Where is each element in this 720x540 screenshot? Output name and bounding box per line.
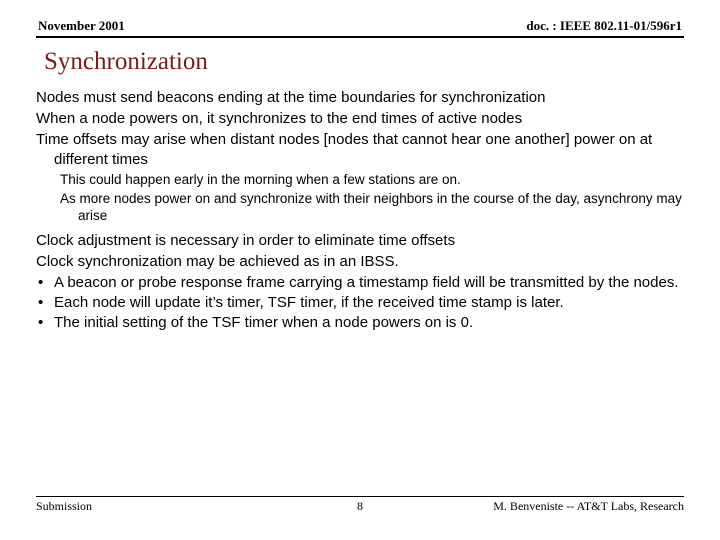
footer-rule: [36, 496, 684, 497]
slide-title: Synchronization: [44, 48, 684, 76]
sub-paragraph: As more nodes power on and synchronize w…: [36, 190, 684, 225]
list-item-text: The initial setting of the TSF timer whe…: [54, 313, 684, 332]
paragraph: Clock adjustment is necessary in order t…: [36, 231, 684, 250]
footer: 8 Submission M. Benveniste -- AT&T Labs,…: [36, 496, 684, 514]
bullet-icon: •: [36, 273, 54, 292]
list-item: • Each node will update it’s timer, TSF …: [36, 293, 684, 312]
sub-paragraph: This could happen early in the morning w…: [36, 171, 684, 188]
slide-body: Nodes must send beacons ending at the ti…: [36, 88, 684, 332]
list-item-text: A beacon or probe response frame carryin…: [54, 273, 684, 292]
bullet-icon: •: [36, 293, 54, 312]
bullet-list: • A beacon or probe response frame carry…: [36, 273, 684, 333]
header: November 2001 doc. : IEEE 802.11-01/596r…: [36, 18, 684, 34]
paragraph: Time offsets may arise when distant node…: [36, 130, 684, 168]
paragraph: Clock synchronization may be achieved as…: [36, 252, 684, 271]
slide: November 2001 doc. : IEEE 802.11-01/596r…: [0, 0, 720, 540]
header-doc-id: doc. : IEEE 802.11-01/596r1: [526, 18, 682, 34]
header-date: November 2001: [38, 18, 125, 34]
page-number: 8: [36, 499, 684, 514]
paragraph: When a node powers on, it synchronizes t…: [36, 109, 684, 128]
paragraph: Nodes must send beacons ending at the ti…: [36, 88, 684, 107]
bullet-icon: •: [36, 313, 54, 332]
list-item-text: Each node will update it’s timer, TSF ti…: [54, 293, 684, 312]
list-item: • The initial setting of the TSF timer w…: [36, 313, 684, 332]
list-item: • A beacon or probe response frame carry…: [36, 273, 684, 292]
header-rule: [36, 36, 684, 38]
